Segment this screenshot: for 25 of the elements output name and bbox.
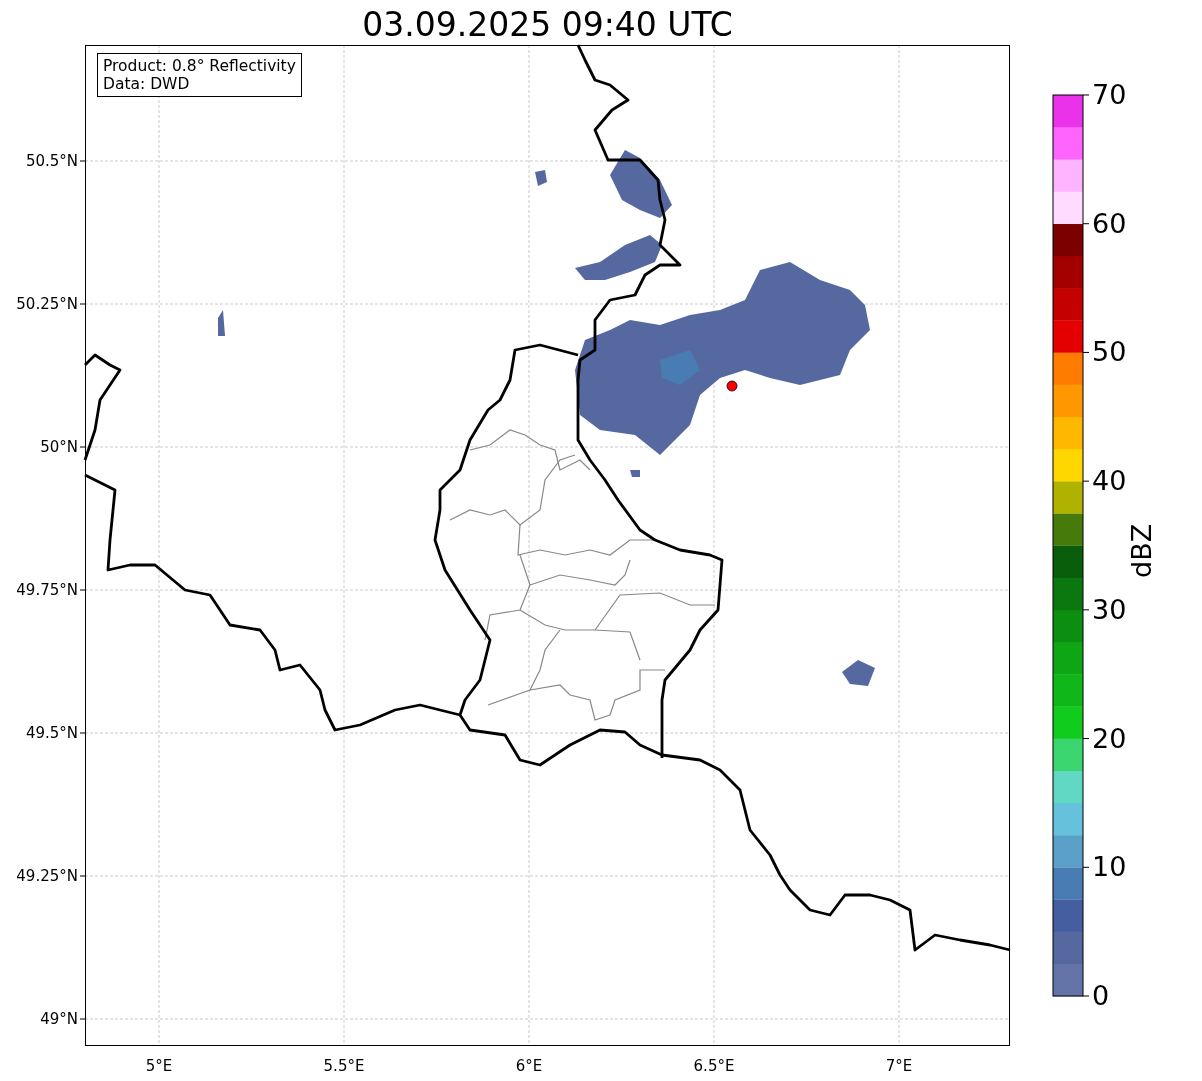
colorbar-tick-label: 10 [1092,852,1127,883]
longitude-label: 6.5°E [693,1057,735,1075]
latitude-label: 50.5°N [25,152,78,170]
info-text: Product: 0.8° Reflectivity [103,57,296,75]
latitude-label: 49.5°N [25,724,78,742]
latitude-label: 49.75°N [16,581,78,599]
radar-site-marker [726,380,738,392]
colorbar-tick-label: 40 [1092,466,1127,497]
colorbar-tick-label: 70 [1092,80,1127,110]
colorbar-tick-label: 30 [1092,594,1127,625]
longitude-label: 5°E [145,1057,173,1075]
latitude-label: 50°N [40,438,78,456]
longitude-label: 6°E [515,1057,543,1075]
latitude-label: 49.25°N [16,867,78,885]
latitude-label: 50.25°N [16,295,78,313]
info-text: Data: DWD [103,75,191,93]
colorbar-tick-label: 60 [1092,208,1127,239]
colorbar-tick-label: 50 [1092,337,1127,368]
latitude-label: 49°N [40,1010,78,1028]
longitude-label: 7°E [885,1057,913,1075]
colorbar-label: dBZ [1126,523,1157,578]
colorbar-tick-label: 0 [1092,981,1110,1011]
figure-title: 03.09.2025 09:40 UTC [362,8,733,42]
colorbar-tick-label: 20 [1092,723,1127,754]
longitude-label: 5.5°E [323,1057,365,1075]
